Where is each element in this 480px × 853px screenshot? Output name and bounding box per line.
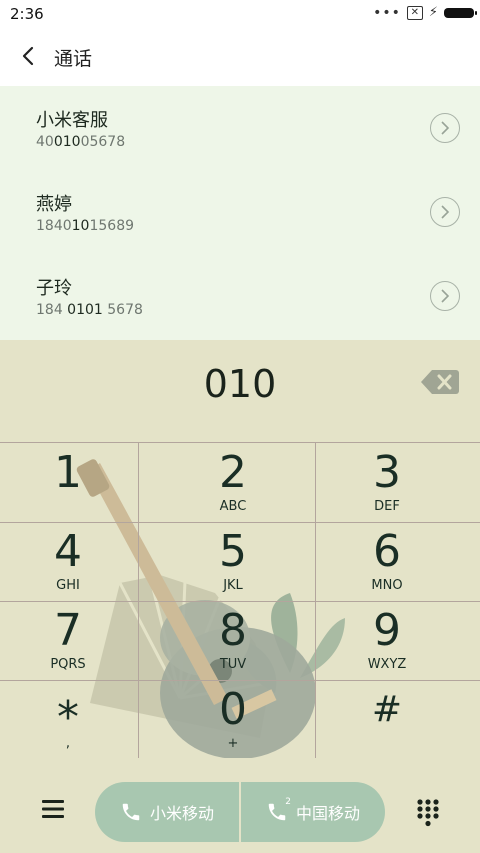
key-digit: 4 bbox=[54, 526, 82, 577]
key-2[interactable]: 2 ABC bbox=[153, 443, 313, 522]
dialed-number: 010 bbox=[203, 362, 277, 406]
key-letters: TUV bbox=[219, 657, 247, 672]
hamburger-menu-icon bbox=[42, 800, 64, 818]
key-letters: WXYZ bbox=[367, 657, 407, 672]
dial-display: 010 bbox=[0, 340, 480, 442]
chevron-right-icon bbox=[441, 289, 450, 303]
key-7[interactable]: 7 PQRS bbox=[0, 601, 148, 680]
more-notifications-icon: ••• bbox=[373, 5, 401, 21]
status-icons: ••• ✕ ⚡ bbox=[373, 5, 477, 21]
key-letters: JKL bbox=[223, 578, 243, 593]
contact-name: 小米客服 bbox=[36, 110, 108, 131]
key-6[interactable]: 6 MNO bbox=[307, 522, 467, 601]
sim1-label: 小米移动 bbox=[149, 804, 214, 823]
no-sim-icon: ✕ bbox=[406, 6, 423, 20]
key-0[interactable]: 0 + bbox=[153, 680, 313, 759]
contact-suggestions: 小米客服 4001005678 燕婷 18401015689 子玲 184 01… bbox=[0, 86, 480, 340]
key-8[interactable]: 8 TUV bbox=[153, 601, 313, 680]
sim2-phone-icon: 2 bbox=[266, 797, 291, 823]
contact-number: 4001005678 bbox=[36, 134, 126, 150]
contact-detail-button[interactable] bbox=[430, 197, 460, 227]
key-5[interactable]: 5 JKL bbox=[153, 522, 313, 601]
contact-row[interactable]: 子玲 184 0101 5678 bbox=[0, 254, 480, 338]
key-letters: DEF bbox=[374, 499, 400, 514]
call-sim2-button[interactable]: 2 中国移动 bbox=[241, 782, 385, 842]
dialer-bottom-bar: 小米移动 2 中国移动 bbox=[0, 758, 480, 853]
chevron-right-icon bbox=[441, 121, 450, 135]
contact-detail-button[interactable] bbox=[430, 113, 460, 143]
keypad-toggle-button[interactable] bbox=[416, 798, 440, 828]
key-letters: + bbox=[227, 736, 239, 751]
chevron-right-icon bbox=[441, 205, 450, 219]
key-letters: GHI bbox=[56, 578, 80, 593]
sim2-label: 中国移动 bbox=[295, 804, 360, 823]
key-1[interactable]: 1 bbox=[0, 443, 148, 522]
key-digit: 7 bbox=[54, 605, 82, 656]
key-4[interactable]: 4 GHI bbox=[0, 522, 148, 601]
key-letters: PQRS bbox=[50, 657, 86, 672]
key-star[interactable]: * , bbox=[0, 680, 148, 759]
key-letters: , bbox=[65, 736, 71, 751]
contact-name: 子玲 bbox=[36, 278, 72, 299]
contact-detail-button[interactable] bbox=[430, 281, 460, 311]
key-letters: MNO bbox=[371, 578, 403, 593]
sim2-badge: 2 bbox=[285, 797, 291, 807]
dial-keypad: 1 2 ABC 3 DEF 4 GHI 5 JKL 6 MNO 7 PQRS 8… bbox=[0, 442, 480, 759]
contact-name: 燕婷 bbox=[36, 194, 72, 215]
key-digit: 2 bbox=[219, 447, 247, 498]
key-9[interactable]: 9 WXYZ bbox=[307, 601, 467, 680]
key-digit: 9 bbox=[373, 605, 401, 656]
key-3[interactable]: 3 DEF bbox=[307, 443, 467, 522]
sim1-phone-icon bbox=[120, 801, 142, 823]
status-bar: 2:36 ••• ✕ ⚡ bbox=[0, 0, 480, 28]
dialpad-icon bbox=[417, 799, 439, 827]
menu-button[interactable] bbox=[40, 798, 66, 820]
key-hash[interactable]: # bbox=[307, 680, 467, 759]
key-digit: 8 bbox=[219, 605, 247, 656]
contact-number: 18401015689 bbox=[36, 218, 135, 234]
backspace-button[interactable] bbox=[420, 368, 460, 396]
key-digit: # bbox=[371, 689, 403, 730]
contact-row[interactable]: 小米客服 4001005678 bbox=[0, 86, 480, 170]
battery-icon bbox=[444, 8, 477, 18]
key-digit: 0 bbox=[219, 684, 247, 735]
key-letters: ABC bbox=[219, 499, 247, 514]
charging-icon: ⚡ bbox=[428, 5, 438, 20]
contact-row[interactable]: 燕婷 18401015689 bbox=[0, 170, 480, 254]
key-digit: 1 bbox=[54, 447, 82, 498]
key-digit: 5 bbox=[219, 526, 247, 577]
status-time: 2:36 bbox=[10, 5, 44, 23]
page-title: 通话 bbox=[54, 48, 93, 70]
app-header: 通话 bbox=[0, 28, 480, 86]
key-digit: 6 bbox=[373, 526, 401, 577]
back-button[interactable] bbox=[14, 41, 44, 71]
call-sim1-button[interactable]: 小米移动 bbox=[95, 782, 239, 842]
backspace-icon bbox=[421, 370, 459, 394]
contact-number: 184 0101 5678 bbox=[36, 302, 143, 318]
chevron-left-icon bbox=[22, 46, 34, 66]
key-digit: 3 bbox=[373, 447, 401, 498]
